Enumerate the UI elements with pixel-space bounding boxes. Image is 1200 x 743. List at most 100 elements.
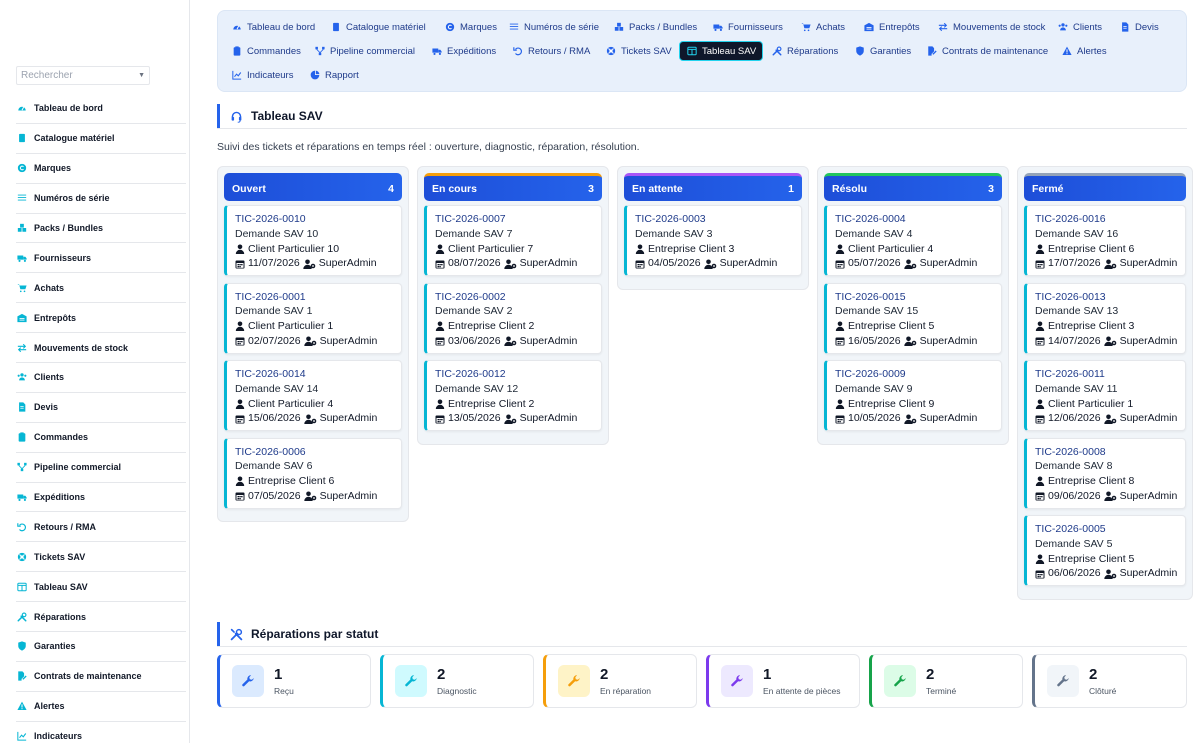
- sidebar-item-contrats-de-maintenance[interactable]: Contrats de maintenance: [16, 662, 186, 692]
- sidebar-item-tickets-sav[interactable]: Tickets SAV: [16, 542, 186, 573]
- ticket-ref[interactable]: TIC-2026-0015: [835, 290, 993, 305]
- calendar-icon: [1035, 491, 1045, 501]
- ticket-subject: Demande SAV 8: [1035, 460, 1113, 473]
- nav-tab-tableau-sav[interactable]: Tableau SAV: [679, 41, 764, 61]
- ticket-ref[interactable]: TIC-2026-0006: [235, 445, 393, 460]
- sidebar-item-numeros-de-serie[interactable]: Numéros de série: [16, 184, 186, 214]
- nav-tab-tickets-sav[interactable]: Tickets SAV: [599, 41, 678, 61]
- ticket-ref[interactable]: TIC-2026-0008: [1035, 445, 1177, 460]
- sidebar-item-clients[interactable]: Clients: [16, 363, 186, 393]
- nav-tab-label: Marques: [460, 21, 497, 33]
- ticket-date: 17/07/2026: [1048, 257, 1101, 270]
- ticket-ref[interactable]: TIC-2026-0013: [1035, 290, 1177, 305]
- sidebar-item-marques[interactable]: Marques: [16, 154, 186, 184]
- ticket-card[interactable]: TIC-2026-0010 Demande SAV 10 Client Partic…: [224, 205, 402, 276]
- ticket-ref[interactable]: TIC-2026-0010: [235, 212, 393, 227]
- ticket-card[interactable]: TIC-2026-0006 Demande SAV 6 Entreprise Cli…: [224, 437, 402, 509]
- sidebar-search-select[interactable]: Rechercher ▼: [16, 66, 150, 85]
- ticket-date: 13/05/2026: [448, 412, 501, 425]
- ticket-agent: SuperAdmin: [1119, 257, 1178, 270]
- calendar-icon: [235, 491, 245, 501]
- ticket-ref[interactable]: TIC-2026-0002: [435, 290, 593, 305]
- ticket-ref[interactable]: TIC-2026-0001: [235, 290, 393, 305]
- column-title: En cours: [432, 182, 477, 195]
- nav-tab-label: Retours / RMA: [528, 45, 591, 57]
- ticket-client: Client Particulier 4: [848, 242, 934, 255]
- sidebar-item-indicateurs[interactable]: Indicateurs: [16, 722, 186, 743]
- nav-tab-marques[interactable]: Marques: [438, 17, 503, 37]
- ticket-card[interactable]: TIC-2026-0001 Demande SAV 1 Client Particu…: [224, 282, 402, 354]
- ticket-client: Client Particulier 1: [248, 320, 334, 333]
- nav-tab-label: Rapport: [325, 69, 359, 81]
- ticket-subject: Demande SAV 5: [1035, 537, 1113, 550]
- ticket-ref[interactable]: TIC-2026-0004: [835, 212, 993, 227]
- nav-tab-alertes[interactable]: Alertes: [1055, 41, 1113, 61]
- nav-tab-achats[interactable]: Achats: [794, 17, 851, 37]
- nav-tab-mouvements-de-stock[interactable]: Mouvements de stock: [931, 17, 1051, 37]
- ticket-card[interactable]: TIC-2026-0015 Demande SAV 15 Entreprise Cl…: [824, 282, 1002, 354]
- sidebar-item-entrepots[interactable]: Entrepôts: [16, 303, 186, 334]
- nav-tab-label: Tableau de bord: [247, 21, 316, 33]
- sidebar-item-pipeline-commercial[interactable]: Pipeline commercial: [16, 453, 186, 483]
- ticket-card[interactable]: TIC-2026-0009 Demande SAV 9 Entreprise Cli…: [824, 360, 1002, 431]
- sidebar-item-label: Tableau SAV: [34, 581, 88, 592]
- ticket-card[interactable]: TIC-2026-0003 Demande SAV 3 Entreprise Cli…: [624, 205, 802, 276]
- sidebar-item-catalogue-materiel[interactable]: Catalogue matériel: [16, 124, 186, 154]
- ticket-card[interactable]: TIC-2026-0002 Demande SAV 2 Entreprise Cli…: [424, 282, 602, 354]
- sidebar-item-alertes[interactable]: Alertes: [16, 692, 186, 722]
- nav-tab-reparations[interactable]: Réparations: [765, 41, 844, 61]
- ticket-card[interactable]: TIC-2026-0011 Demande SAV 11 Client Partic…: [1024, 360, 1186, 431]
- nav-tab-clients[interactable]: Clients: [1051, 17, 1108, 37]
- ticket-ref[interactable]: TIC-2026-0011: [1035, 367, 1177, 382]
- user-icon: [435, 244, 445, 254]
- nav-tab-commandes[interactable]: Commandes: [225, 41, 307, 61]
- sidebar-item-garanties[interactable]: Garanties: [16, 632, 186, 662]
- sidebar-item-tableau-sav[interactable]: Tableau SAV: [16, 572, 186, 603]
- nav-tab-retours-rma[interactable]: Retours / RMA: [506, 41, 596, 61]
- user-icon: [835, 321, 845, 332]
- nav-tab-devis[interactable]: Devis: [1113, 17, 1165, 37]
- user-icon: [235, 399, 245, 409]
- nav-tab-entrepots[interactable]: Entrepôts: [857, 17, 926, 37]
- nav-tab-tableau-de-bord[interactable]: Tableau de bord: [225, 17, 321, 37]
- repair-status-count: 2: [1089, 666, 1098, 683]
- nav-tab-packs-bundles[interactable]: Packs / Bundles: [607, 17, 703, 37]
- ticket-ref[interactable]: TIC-2026-0012: [435, 367, 593, 382]
- sidebar-item-mouvements-de-stock[interactable]: Mouvements de stock: [16, 333, 186, 364]
- tools-icon: [230, 628, 243, 641]
- ticket-ref[interactable]: TIC-2026-0005: [1035, 522, 1177, 537]
- ticket-ref[interactable]: TIC-2026-0003: [635, 212, 793, 227]
- sidebar-item-commandes[interactable]: Commandes: [16, 423, 186, 453]
- sidebar-item-retours-rma[interactable]: Retours / RMA: [16, 512, 186, 543]
- user-icon: [235, 321, 245, 332]
- ticket-card[interactable]: TIC-2026-0014 Demande SAV 14 Client Partic…: [224, 360, 402, 431]
- sidebar-item-achats[interactable]: Achats: [16, 273, 186, 304]
- nav-tab-indicateurs[interactable]: Indicateurs: [225, 65, 299, 85]
- nav-tab-expeditions[interactable]: Expéditions: [425, 41, 502, 61]
- ticket-card[interactable]: TIC-2026-0012 Demande SAV 12 Entreprise Cl…: [424, 360, 602, 431]
- ticket-card[interactable]: TIC-2026-0008 Demande SAV 8 Entreprise Cli…: [1024, 437, 1186, 509]
- sidebar-item-tableau-de-bord[interactable]: Tableau de bord: [16, 94, 186, 124]
- ticket-ref[interactable]: TIC-2026-0007: [435, 212, 593, 227]
- nav-tab-fournisseurs[interactable]: Fournisseurs: [706, 17, 789, 37]
- nav-tab-catalogue-materiel[interactable]: Catalogue matériel: [324, 17, 432, 37]
- nav-tab-pipeline-commercial[interactable]: Pipeline commercial: [308, 41, 421, 61]
- ticket-card[interactable]: TIC-2026-0005 Demande SAV 5 Entreprise Cli…: [1024, 515, 1186, 586]
- nav-tab-rapport[interactable]: Rapport: [303, 65, 365, 85]
- ticket-card[interactable]: TIC-2026-0004 Demande SAV 4 Client Particu…: [824, 205, 1002, 276]
- sidebar-item-expeditions[interactable]: Expéditions: [16, 483, 186, 513]
- nav-tab-contrats-de-maintenance[interactable]: Contrats de maintenance: [920, 41, 1054, 61]
- ticket-card[interactable]: TIC-2026-0016 Demande SAV 16 Entreprise Cl…: [1024, 205, 1186, 276]
- ticket-card[interactable]: TIC-2026-0007 Demande SAV 7 Client Particu…: [424, 205, 602, 276]
- sidebar-item-fournisseurs[interactable]: Fournisseurs: [16, 243, 186, 274]
- sidebar-item-devis[interactable]: Devis: [16, 393, 186, 423]
- ticket-ref[interactable]: TIC-2026-0014: [235, 367, 393, 382]
- ticket-ref[interactable]: TIC-2026-0009: [835, 367, 993, 382]
- shipping-icon: [431, 46, 442, 57]
- nav-tab-garanties[interactable]: Garanties: [848, 41, 917, 61]
- sidebar-item-reparations[interactable]: Réparations: [16, 602, 186, 633]
- ticket-ref[interactable]: TIC-2026-0016: [1035, 212, 1177, 227]
- nav-tab-numeros-de-serie[interactable]: Numéros de série: [502, 17, 605, 37]
- ticket-card[interactable]: TIC-2026-0013 Demande SAV 13 Entreprise Cl…: [1024, 282, 1186, 354]
- sidebar-item-packs-bundles[interactable]: Packs / Bundles: [16, 214, 186, 244]
